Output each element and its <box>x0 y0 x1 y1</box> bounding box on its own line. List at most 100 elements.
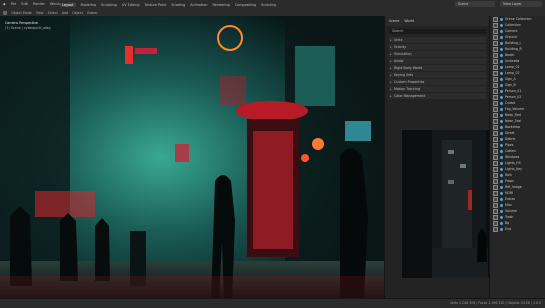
checkbox-icon[interactable] <box>493 130 498 136</box>
checkbox-icon[interactable] <box>493 190 498 196</box>
checkbox-icon[interactable] <box>493 16 498 22</box>
visibility-icon[interactable] <box>500 185 503 189</box>
checkbox-icon[interactable] <box>493 208 498 214</box>
visibility-icon[interactable] <box>500 113 503 117</box>
visibility-icon[interactable] <box>500 137 503 141</box>
visibility-icon[interactable] <box>500 89 503 93</box>
visibility-icon[interactable] <box>500 83 503 87</box>
tab-animation[interactable]: Animation <box>190 3 207 7</box>
checkbox-icon[interactable] <box>493 106 498 112</box>
select-menu[interactable]: Select <box>48 11 58 15</box>
checkbox-icon[interactable] <box>493 220 498 226</box>
tab-sculpting[interactable]: Sculpting <box>101 3 117 7</box>
visibility-icon[interactable] <box>500 227 503 231</box>
checkbox-icon[interactable] <box>493 82 498 88</box>
checkbox-icon[interactable] <box>493 64 498 70</box>
checkbox-icon[interactable] <box>493 118 498 124</box>
section-audio[interactable]: Audio <box>389 58 486 64</box>
section-keying-sets[interactable]: Keying Sets <box>389 72 486 78</box>
tab-shading[interactable]: Shading <box>171 3 185 7</box>
checkbox-icon[interactable] <box>493 172 498 178</box>
checkbox-icon[interactable] <box>493 226 498 232</box>
checkbox-icon[interactable] <box>493 178 498 184</box>
tab-scene[interactable]: Scene <box>389 19 399 23</box>
section-rigid-body[interactable]: Rigid Body World <box>389 65 486 71</box>
checkbox-icon[interactable] <box>493 58 498 64</box>
tab-scripting[interactable]: Scripting <box>261 3 276 7</box>
visibility-icon[interactable] <box>500 197 503 201</box>
visibility-icon[interactable] <box>500 179 503 183</box>
checkbox-icon[interactable] <box>493 142 498 148</box>
visibility-icon[interactable] <box>500 149 503 153</box>
visibility-icon[interactable] <box>500 65 503 69</box>
visibility-icon[interactable] <box>500 35 503 39</box>
visibility-icon[interactable] <box>500 131 503 135</box>
checkbox-icon[interactable] <box>493 214 498 220</box>
editor-type-icon[interactable] <box>3 10 7 15</box>
app-logo[interactable]: ◆ <box>3 2 6 6</box>
visibility-icon[interactable] <box>500 29 503 33</box>
tab-world[interactable]: World <box>404 19 414 23</box>
checkbox-icon[interactable] <box>493 94 498 100</box>
visibility-icon[interactable] <box>500 101 503 105</box>
transform-orientation[interactable]: Global <box>87 11 98 15</box>
visibility-icon[interactable] <box>500 77 503 81</box>
visibility-icon[interactable] <box>500 191 503 195</box>
section-custom-properties[interactable]: Custom Properties <box>389 79 486 85</box>
checkbox-icon[interactable] <box>493 154 498 160</box>
section-gravity[interactable]: Gravity <box>389 44 486 50</box>
visibility-icon[interactable] <box>500 125 503 129</box>
checkbox-icon[interactable] <box>493 148 498 154</box>
visibility-icon[interactable] <box>500 215 503 219</box>
checkbox-icon[interactable] <box>493 28 498 34</box>
visibility-icon[interactable] <box>500 173 503 177</box>
tab-texture-paint[interactable]: Texture Paint <box>145 3 167 7</box>
add-menu[interactable]: Add <box>62 11 68 15</box>
section-motion-tracking[interactable]: Motion Tracking <box>389 86 486 92</box>
object-menu[interactable]: Object <box>72 11 83 15</box>
visibility-icon[interactable] <box>500 119 503 123</box>
visibility-icon[interactable] <box>500 167 503 171</box>
tab-rendering[interactable]: Rendering <box>212 3 229 7</box>
visibility-icon[interactable] <box>500 41 503 45</box>
visibility-icon[interactable] <box>500 95 503 99</box>
visibility-icon[interactable] <box>500 23 503 27</box>
section-simulation[interactable]: Simulation <box>389 51 486 57</box>
checkbox-icon[interactable] <box>493 52 498 58</box>
visibility-icon[interactable] <box>500 71 503 75</box>
menu-render[interactable]: Render <box>33 2 45 6</box>
menu-edit[interactable]: Edit <box>21 2 28 6</box>
checkbox-icon[interactable] <box>493 136 498 142</box>
checkbox-icon[interactable] <box>493 100 498 106</box>
outliner-row[interactable]: End <box>490 226 545 232</box>
tab-uv-editing[interactable]: UV Editing <box>122 3 140 7</box>
section-color-management[interactable]: Color Management <box>389 93 486 99</box>
visibility-icon[interactable] <box>500 203 503 207</box>
tab-layout[interactable]: Layout <box>60 2 76 7</box>
visibility-icon[interactable] <box>500 107 503 111</box>
checkbox-icon[interactable] <box>493 112 498 118</box>
checkbox-icon[interactable] <box>493 22 498 28</box>
tab-compositing[interactable]: Compositing <box>235 3 256 7</box>
3d-viewport[interactable]: Camera Perspective (1) Scene | cyberpunk… <box>0 16 384 298</box>
checkbox-icon[interactable] <box>493 76 498 82</box>
checkbox-icon[interactable] <box>493 196 498 202</box>
visibility-icon[interactable] <box>500 221 503 225</box>
visibility-icon[interactable] <box>500 143 503 147</box>
checkbox-icon[interactable] <box>493 88 498 94</box>
checkbox-icon[interactable] <box>493 40 498 46</box>
checkbox-icon[interactable] <box>493 34 498 40</box>
view-layer-selector[interactable]: View Layer <box>500 1 542 7</box>
visibility-icon[interactable] <box>500 17 503 21</box>
view-menu[interactable]: View <box>36 11 44 15</box>
scene-selector[interactable]: Scene <box>455 1 495 7</box>
checkbox-icon[interactable] <box>493 166 498 172</box>
checkbox-icon[interactable] <box>493 70 498 76</box>
section-units[interactable]: Units <box>389 37 486 43</box>
visibility-icon[interactable] <box>500 155 503 159</box>
checkbox-icon[interactable] <box>493 46 498 52</box>
properties-search[interactable]: Search <box>389 29 486 34</box>
checkbox-icon[interactable] <box>493 160 498 166</box>
mode-dropdown[interactable]: Object Mode <box>11 11 32 15</box>
visibility-icon[interactable] <box>500 209 503 213</box>
